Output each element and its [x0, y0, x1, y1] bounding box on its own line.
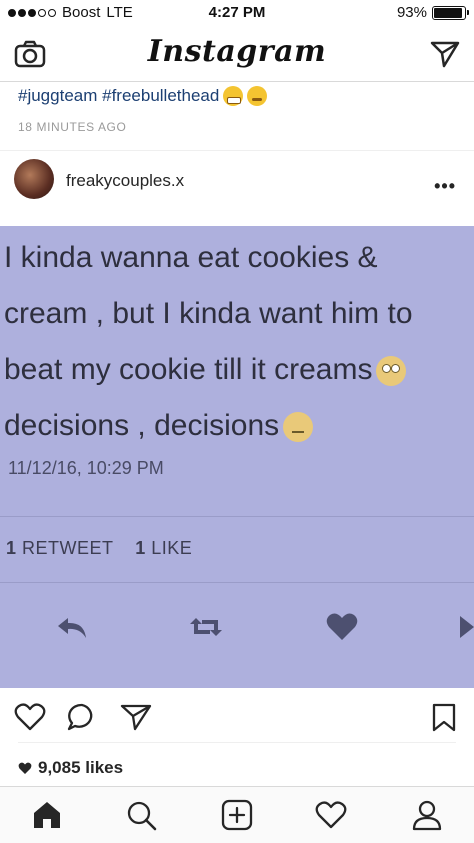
top-nav: Instagram — [0, 26, 474, 82]
grimacing-face-emoji-icon — [223, 86, 244, 106]
like-heart-icon[interactable] — [14, 702, 46, 732]
bookmark-icon[interactable] — [428, 702, 460, 732]
add-post-icon[interactable] — [220, 799, 254, 831]
likes-text[interactable]: 9,085 likes — [38, 758, 123, 778]
username[interactable]: freakycouples.x — [66, 171, 184, 191]
send-icon[interactable] — [430, 40, 460, 68]
battery-icon — [432, 5, 469, 20]
rolling-eyes-emoji-icon — [376, 356, 407, 387]
bottom-tab-bar — [0, 786, 474, 843]
heart-icon — [324, 610, 360, 644]
tweet-divider — [0, 582, 474, 583]
search-icon[interactable] — [124, 799, 158, 831]
battery-percent: 93% — [396, 4, 427, 21]
dm-icon — [456, 610, 474, 644]
like-label: LIKE — [151, 538, 193, 558]
tweet-actions — [0, 606, 474, 650]
tweet-line: decisions , decisions — [4, 409, 280, 442]
tweet-stats: 1 RETWEET 1 LIKE — [6, 538, 192, 559]
hashtags[interactable]: #juggteam #freebullethead — [18, 86, 268, 106]
share-icon[interactable] — [120, 702, 152, 732]
more-options-icon[interactable]: ••• — [434, 177, 456, 195]
divider — [18, 742, 456, 743]
tweet-text: I kinda wanna eat cookies & cream , but … — [4, 230, 474, 454]
instagram-logo: Instagram — [147, 34, 327, 69]
avatar[interactable] — [14, 159, 54, 199]
status-right: 93% — [396, 4, 469, 21]
tweet-date: 11/12/16, 10:29 PM — [8, 458, 164, 478]
previous-post-caption: #juggteam #freebullethead 18 MINUTES AGO — [0, 82, 474, 144]
status-bar: Boost LTE 4:27 PM 93% — [0, 0, 474, 26]
small-heart-icon — [18, 762, 32, 775]
face-with-steam-emoji-icon — [247, 86, 268, 106]
tweet-line: I kinda wanna eat cookies & — [4, 241, 378, 274]
thinking-face-emoji-icon — [283, 412, 314, 443]
retweet-count: 1 — [6, 538, 17, 558]
post-action-bar — [0, 694, 474, 740]
retweet-label: RETWEET — [22, 538, 114, 558]
likes-count[interactable]: 9,085 likes — [18, 758, 123, 778]
activity-heart-icon[interactable] — [314, 799, 348, 831]
retweet-icon — [188, 610, 224, 644]
home-icon[interactable] — [30, 799, 64, 831]
tweet-line: beat my cookie till it creams — [4, 353, 373, 386]
tweet-divider — [0, 516, 474, 517]
like-count: 1 — [135, 538, 146, 558]
post-timestamp: 18 MINUTES AGO — [18, 120, 127, 134]
tweet-line-with-emoji: decisions , decisions — [4, 398, 474, 454]
tweet-line: cream , but I kinda want him to — [4, 297, 413, 330]
hashtag-text[interactable]: #juggteam #freebullethead — [18, 86, 219, 106]
tweet-line-with-emoji: beat my cookie till it creams — [4, 342, 474, 398]
post-image[interactable]: I kinda wanna eat cookies & cream , but … — [0, 226, 474, 688]
reply-icon — [54, 610, 90, 644]
post-header: freakycouples.x ••• — [0, 150, 474, 210]
profile-icon[interactable] — [410, 799, 444, 831]
battery-fill — [434, 7, 462, 18]
comment-icon[interactable] — [66, 702, 98, 732]
